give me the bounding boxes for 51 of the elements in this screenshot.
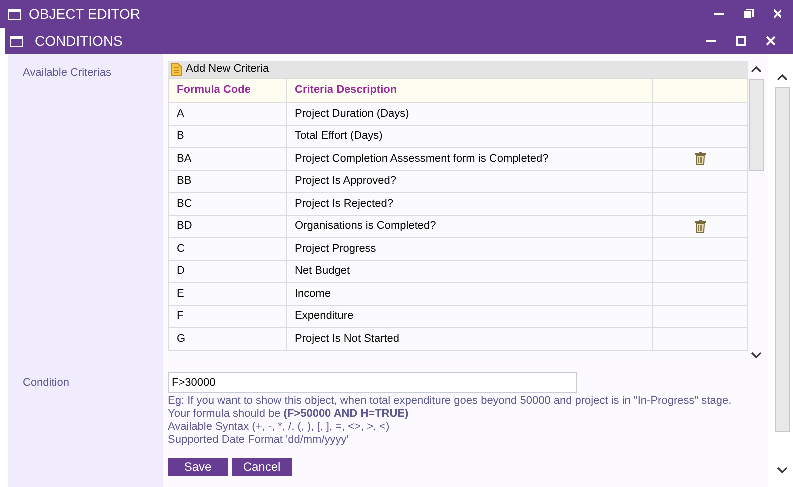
table-cell: Project Progress <box>286 238 652 260</box>
table-cell: G <box>168 328 286 350</box>
table-cell: Organisations is Completed? <box>286 215 652 238</box>
chevron-up-icon[interactable] <box>777 74 788 81</box>
table-cell: BA <box>168 148 286 170</box>
table-cell: BC <box>168 192 286 215</box>
table-cell: Project Is Rejected? <box>286 192 652 215</box>
trash-icon[interactable] <box>694 152 706 166</box>
add-criteria-button[interactable]: Add New Criteria <box>168 61 748 78</box>
table-cell: Net Budget <box>286 260 652 282</box>
help-text: Your formula should be (F>50000 AND H=TRUE) <box>168 408 409 421</box>
table-cell: Total Effort (Days) <box>286 125 652 148</box>
chevron-up-icon[interactable] <box>751 66 762 73</box>
restore-icon[interactable] <box>744 9 754 19</box>
table-cell: Project Completion Assessment form is Completed? <box>286 148 652 170</box>
action-button[interactable]: Cancel <box>232 458 292 476</box>
table-cell: Project Duration (Days) <box>286 102 652 125</box>
table-cell: B <box>168 125 286 148</box>
column-header: Criteria Description <box>286 78 652 102</box>
dialog-title: CONDITIONS <box>35 32 123 50</box>
maximize-icon[interactable] <box>736 36 746 46</box>
table-cell: D <box>168 260 286 282</box>
field-label: Condition <box>23 376 70 391</box>
action-button[interactable]: Save <box>168 458 228 476</box>
table-cell: Expenditure <box>286 305 652 328</box>
chevron-down-icon[interactable] <box>777 467 788 474</box>
column-header: Formula Code <box>168 78 286 102</box>
window-icon <box>8 8 21 20</box>
window-icon <box>10 36 23 46</box>
table-cell: F <box>168 305 286 328</box>
table-cell: BB <box>168 170 286 192</box>
close-icon[interactable] <box>766 36 776 46</box>
window-title: OBJECT EDITOR <box>29 4 141 24</box>
close-icon[interactable] <box>774 9 781 19</box>
table-cell: Project Is Not Started <box>286 328 652 350</box>
scrollbar-thumb[interactable] <box>749 79 764 171</box>
table-cell: E <box>168 282 286 305</box>
chevron-down-icon[interactable] <box>751 352 762 359</box>
table-cell: BD <box>168 215 286 238</box>
trash-icon[interactable] <box>694 220 706 233</box>
table-cell: Project Is Approved? <box>286 170 652 192</box>
document-icon <box>171 63 182 76</box>
help-text: Available Syntax (+, -, *, /, (, ), [, ], =, <>, >, <) <box>168 421 390 434</box>
table-cell: Income <box>286 282 652 305</box>
table-cell: C <box>168 238 286 260</box>
field-label: Available Criterias <box>23 66 112 81</box>
scrollbar-thumb[interactable] <box>775 87 790 432</box>
table-cell: A <box>168 102 286 125</box>
help-text: Supported Date Format 'dd/mm/yyyy' <box>168 434 349 447</box>
condition-input[interactable]: F>30000 <box>168 372 577 393</box>
help-text: Eg: If you want to show this object, when total expenditure goes beyond 50000 and project is in "In-Progress" stage. <box>168 395 732 408</box>
